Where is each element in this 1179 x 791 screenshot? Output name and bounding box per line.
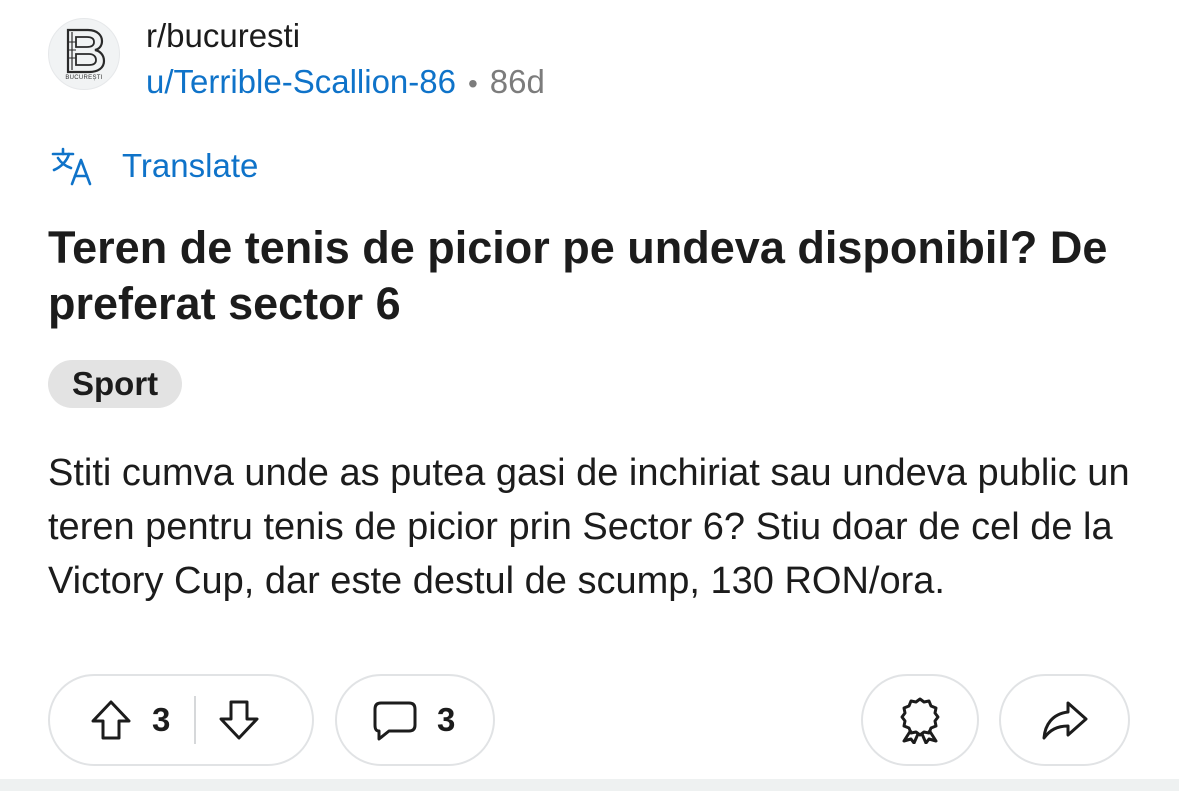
vote-pill: 3 — [48, 674, 314, 766]
comment-count: 3 — [437, 701, 456, 738]
comment-bubble-icon — [373, 701, 417, 741]
share-button[interactable] — [999, 674, 1130, 766]
award-button[interactable] — [861, 674, 979, 766]
vote-separator — [194, 696, 197, 744]
downvote-button[interactable] — [216, 697, 262, 743]
upvote-button[interactable] — [88, 697, 134, 743]
post-flair[interactable]: Sport — [48, 360, 183, 408]
upvote-arrow-icon — [91, 700, 131, 740]
translate-label: Translate — [122, 147, 259, 184]
post-age: 86d — [489, 63, 545, 100]
vote-count: 3 — [152, 701, 171, 738]
meta-separator: • — [467, 68, 478, 99]
post-actions-bar: 3 3 — [0, 674, 1179, 766]
share-arrow-icon — [1042, 701, 1087, 740]
post-meta: r/bucuresti u/Terrible-Scallion-86 • 86d — [146, 17, 545, 103]
bottom-divider — [0, 779, 1179, 791]
post-body: Stiti cumva unde as putea gasi de inchir… — [48, 452, 1130, 602]
subreddit-logo-icon — [66, 28, 106, 73]
subreddit-avatar[interactable]: BUCUREȘTI — [48, 18, 120, 90]
byline: u/Terrible-Scallion-86 • 86d — [146, 63, 545, 103]
subreddit-avatar-caption: BUCUREȘTI — [65, 74, 103, 81]
translate-button[interactable]: Translate — [50, 146, 258, 186]
author-link[interactable]: u/Terrible-Scallion-86 — [146, 63, 456, 100]
post-title[interactable]: Teren de tenis de picior pe undeva dispo… — [48, 220, 1148, 332]
post-header: BUCUREȘTI r/bucuresti u/Terrible-Scallio… — [48, 17, 545, 103]
translate-icon — [51, 147, 92, 186]
comments-button[interactable]: 3 — [335, 674, 495, 766]
award-ribbon-icon — [900, 697, 940, 744]
downvote-arrow-icon — [219, 700, 259, 740]
subreddit-link[interactable]: r/bucuresti — [146, 17, 545, 55]
